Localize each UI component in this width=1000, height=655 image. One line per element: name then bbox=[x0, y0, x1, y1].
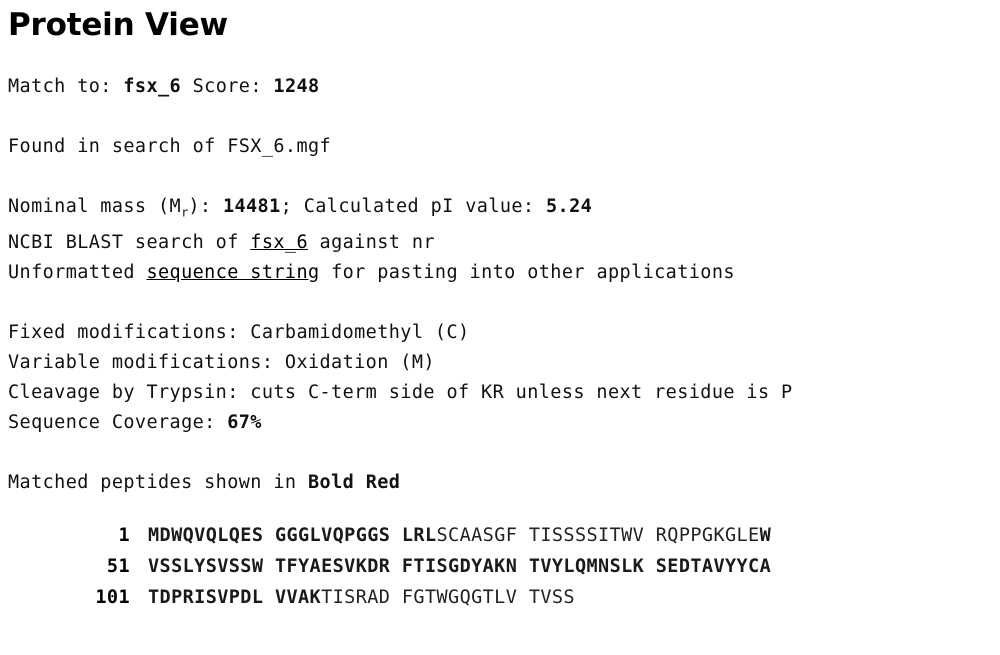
unmatched-segment: SCAASGF bbox=[436, 524, 518, 546]
unmatched-segment: TISSSSITWV bbox=[528, 524, 645, 546]
found-in-search-line: Found in search of FSX_6.mgf bbox=[8, 136, 332, 157]
cleavage-line: Cleavage by Trypsin: cuts C-term side of… bbox=[8, 381, 793, 403]
unformatted-sequence-line: Unformatted sequence string for pasting … bbox=[8, 258, 1000, 288]
unmatched-segment: TISRAD bbox=[321, 586, 391, 608]
sequence-row-number: 101 bbox=[95, 586, 130, 608]
matched-peptide-segment: GGGLVQPGGS bbox=[274, 524, 391, 546]
pi-label: ; Calculated pI value: bbox=[280, 196, 547, 217]
sequence-row-number: 1 bbox=[118, 524, 130, 546]
unmatched-segment: FGTWGQGTLV bbox=[401, 586, 518, 608]
matched-peptide-segment: VVAK bbox=[274, 586, 322, 608]
page-title: Protein View bbox=[8, 7, 228, 43]
sequence-string-link[interactable]: sequence string bbox=[146, 262, 319, 283]
sequence-coverage-line: Sequence Coverage: 67% bbox=[8, 408, 1000, 438]
unformatted-suffix: for pasting into other applications bbox=[319, 261, 735, 283]
coverage-value: 67% bbox=[227, 411, 262, 433]
score-label: Score: bbox=[181, 76, 274, 97]
coverage-label: Sequence Coverage: bbox=[8, 411, 228, 433]
nominal-mass-line: Nominal mass (Mr): 14481; Calculated pI … bbox=[8, 192, 1000, 228]
protein-view-page: Protein View Match to: fsx_6 Score: 1248… bbox=[0, 8, 1000, 655]
matched-peptide-segment: MDWQVQLQES bbox=[148, 524, 264, 546]
matched-peptides-legend: Matched peptides shown in Bold Red bbox=[8, 468, 1000, 498]
variable-modifications-line: Variable modifications: Oxidation (M) bbox=[8, 351, 435, 373]
fixed-modifications-line: Fixed modifications: Carbamidomethyl (C) bbox=[8, 321, 470, 343]
matched-peptide-segment: VSSLYSVSSW bbox=[148, 555, 264, 577]
sequence-residues: TDPRISVPDL VVAKTISRAD FGTWGQGTLV TVSS bbox=[130, 587, 575, 608]
sequence-row-number: 51 bbox=[106, 555, 130, 577]
ncbi-blast-line: NCBI BLAST search of fsx_6 against nr bbox=[8, 228, 1000, 258]
unmatched-segment: RQPPGKGLE bbox=[655, 524, 760, 546]
match-protein-name: fsx_6 bbox=[123, 76, 182, 97]
matched-peptide-segment: TFYAESVKDR bbox=[274, 555, 391, 577]
pi-value: 5.24 bbox=[546, 196, 593, 217]
matched-peptide-segment: TVYLQMNSLK bbox=[528, 555, 645, 577]
legend-emphasis: Bold Red bbox=[308, 471, 401, 493]
unmatched-segment: TVSS bbox=[528, 586, 575, 608]
unformatted-prefix: Unformatted bbox=[8, 261, 147, 283]
sequence-residues: VSSLYSVSSW TFYAESVKDR FTISGDYAKN TVYLQMN… bbox=[130, 556, 771, 577]
matched-peptide-segment: W bbox=[759, 524, 772, 546]
matched-peptide-segment: SEDTAVYYCA bbox=[655, 555, 772, 577]
matched-peptide-segment: FTISGDYAKN bbox=[401, 555, 518, 577]
blast-prefix: NCBI BLAST search of bbox=[8, 231, 251, 253]
match-label: Match to: bbox=[8, 76, 124, 97]
legend-prefix: Matched peptides shown in bbox=[8, 471, 308, 493]
nominal-mass-value: 14481 bbox=[222, 196, 281, 217]
blast-protein-link[interactable]: fsx_6 bbox=[250, 232, 308, 253]
score-value: 1248 bbox=[273, 76, 320, 97]
blast-suffix: against nr bbox=[308, 231, 435, 253]
nominal-mass-label: Nominal mass (M bbox=[8, 196, 182, 217]
matched-peptide-segment: TDPRISVPDL bbox=[148, 586, 264, 608]
report-body: Match to: fsx_6 Score: 1248 Found in sea… bbox=[8, 42, 1000, 498]
sequence-row: 101 TDPRISVPDL VVAKTISRAD FGTWGQGTLV TVSS bbox=[8, 582, 1000, 613]
sequence-row: 1 MDWQVQLQES GGGLVQPGGS LRLSCAASGF TISSSS… bbox=[8, 520, 1000, 551]
matched-peptide-segment: LRL bbox=[401, 524, 437, 546]
sequence-row: 51 VSSLYSVSSW TFYAESVKDR FTISGDYAKN TVYLQ… bbox=[8, 551, 1000, 582]
nominal-mass-suffix: ): bbox=[188, 196, 223, 217]
match-line: Match to: fsx_6 Score: 1248 bbox=[8, 72, 1000, 102]
sequence-residues: MDWQVQLQES GGGLVQPGGS LRLSCAASGF TISSSSI… bbox=[130, 525, 771, 546]
protein-sequence-block: 1 MDWQVQLQES GGGLVQPGGS LRLSCAASGF TISSSS… bbox=[8, 520, 1000, 613]
